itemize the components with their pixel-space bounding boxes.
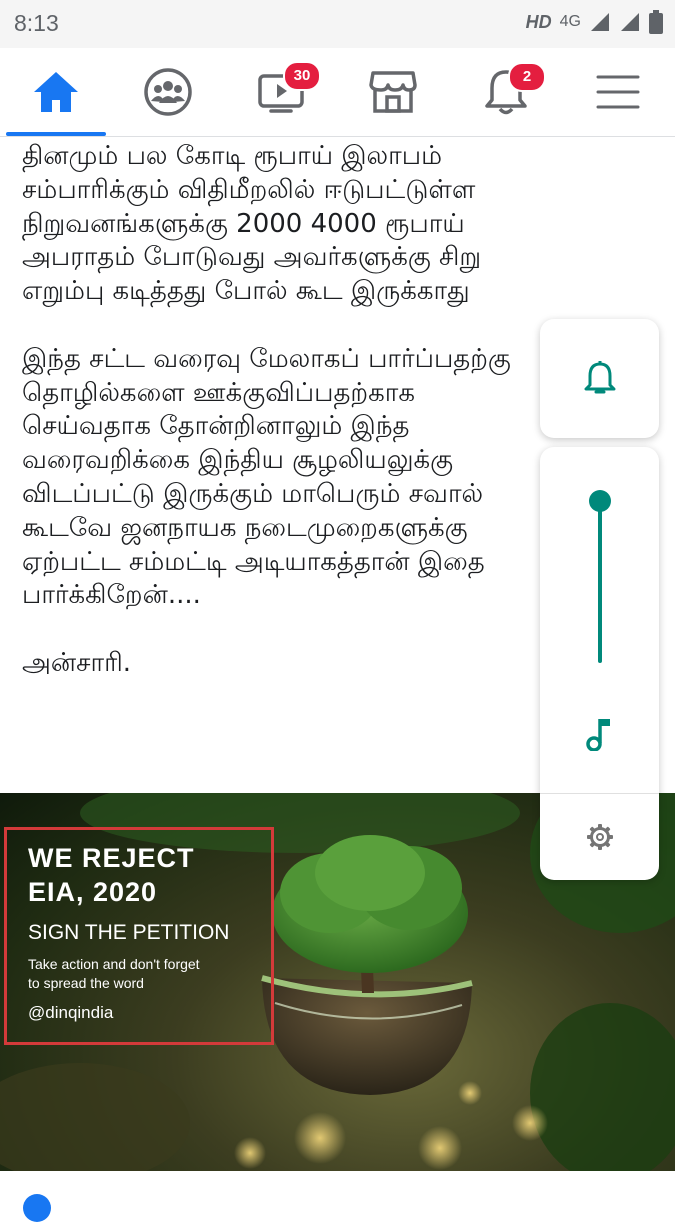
post-line: அபராதம் போடுவது அவர்களுக்கு சிறு — [22, 242, 482, 273]
post-line: கூடவே ஜனநாயக நடைமுறைகளுக்கு — [22, 512, 468, 543]
post-line: நிறுவனங்களுக்கு 2000 4000 ரூபாய் — [22, 208, 465, 239]
marketplace-icon — [369, 71, 417, 113]
post-line: வரைவறிக்கை இந்திய சூழலியலுக்கு — [22, 445, 454, 476]
volume-slider[interactable] — [585, 489, 615, 669]
avatar — [23, 1194, 51, 1222]
home-icon — [34, 72, 78, 112]
ringer-mode-panel[interactable] — [540, 319, 659, 438]
battery-icon — [649, 10, 663, 34]
signal-icon — [591, 13, 609, 31]
image-subhead: SIGN THE PETITION — [28, 921, 230, 944]
top-nav: 30 2 — [0, 48, 675, 137]
status-icons: HD 4G — [526, 10, 663, 34]
status-bar: 8:13 HD 4G — [0, 0, 675, 48]
image-body-text: to spread the word — [28, 975, 144, 991]
bell-icon[interactable] — [584, 361, 616, 397]
post-line: விடப்பட்டு இருக்கும் மாபெரும் சவால் — [22, 478, 484, 509]
nav-groups[interactable] — [112, 48, 224, 136]
post-line: எறும்பு கடித்தது போல் கூட இருக்காது — [22, 276, 470, 307]
nav-menu[interactable] — [562, 48, 674, 136]
hd-indicator: HD — [525, 11, 552, 32]
music-note-icon — [586, 719, 610, 751]
image-headline: WE REJECT — [28, 843, 195, 873]
post-line: தினமும் பல கோடி ரூபாய் இலாபம் — [22, 141, 442, 171]
watch-badge: 30 — [283, 61, 321, 91]
post-line: பார்க்கிறேன்.... — [22, 580, 201, 611]
feed-continuation — [0, 1171, 675, 1222]
status-time: 8:13 — [14, 10, 59, 36]
post-line: சம்பாரிக்கும் விதிமீறலில் ஈடுபட்டுள்ள — [22, 174, 476, 205]
image-headline: EIA, 2020 — [28, 877, 158, 907]
post-author-signoff: அன்சாரி. — [22, 647, 132, 678]
hamburger-menu-icon — [596, 75, 640, 109]
nav-watch[interactable]: 30 — [225, 48, 337, 136]
volume-panel — [540, 447, 659, 880]
network-type: 4G — [559, 13, 581, 30]
nav-home[interactable] — [0, 48, 112, 136]
post-body: தினமும் பல கோடி ரூபாய் இலாபம் சம்பாரிக்க… — [22, 140, 582, 681]
post-line: தொழில்களை ஊக்குவிப்பதற்காக — [22, 377, 415, 408]
signal-icon — [621, 13, 639, 31]
nav-marketplace[interactable] — [337, 48, 449, 136]
groups-icon — [144, 68, 192, 116]
gear-icon[interactable] — [586, 823, 614, 851]
post-line: இந்த சட்ட வரைவு மேலாகப் பார்ப்பதற்கு — [22, 343, 511, 374]
image-body-text: Take action and don't forget — [28, 956, 200, 972]
image-handle: @dinqindia — [28, 1003, 114, 1022]
notifications-badge: 2 — [508, 62, 546, 92]
post-line: ஏற்பட்ட சம்மட்டி அடியாகத்தான் இதை — [22, 546, 485, 577]
post-line: செய்வதாக தோன்றினாலும் இந்த — [22, 411, 410, 442]
active-tab-indicator — [6, 132, 106, 136]
divider — [540, 793, 659, 794]
nav-notifications[interactable]: 2 — [450, 48, 562, 136]
